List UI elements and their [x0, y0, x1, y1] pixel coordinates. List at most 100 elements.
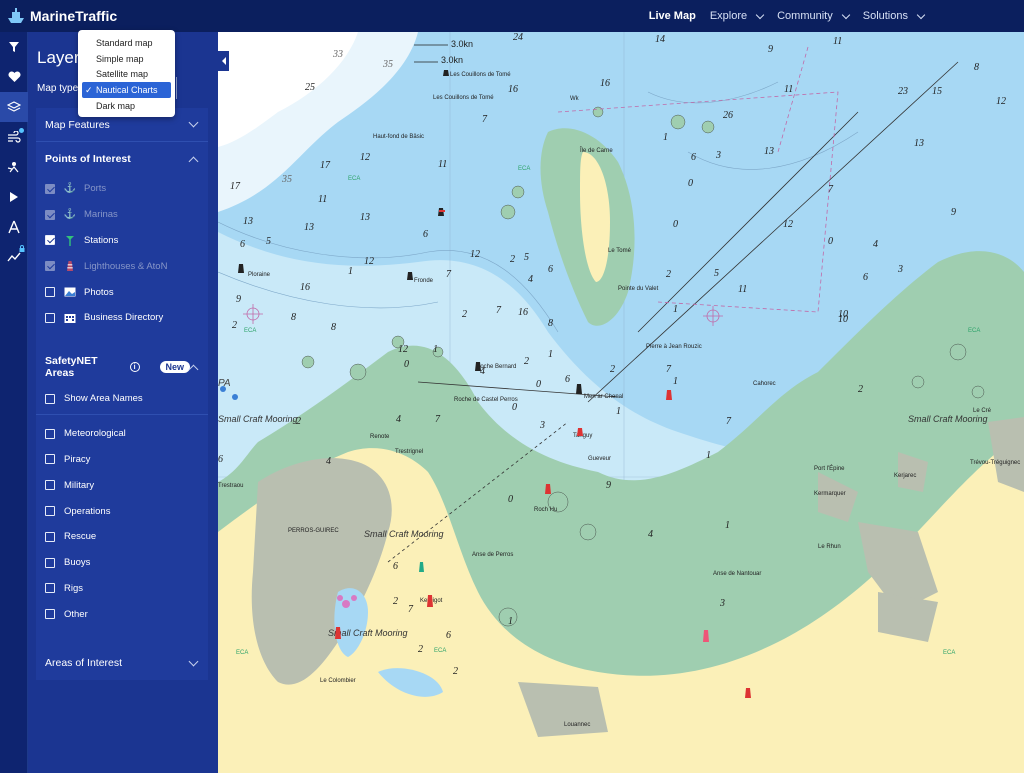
svg-text:5: 5: [524, 252, 529, 263]
lighthouses-label: Lighthouses & AtoN: [84, 260, 168, 272]
svg-text:1: 1: [508, 616, 513, 627]
map-label-le-tome: Le Tomé: [608, 248, 632, 254]
map-label-wk: Wk: [570, 96, 580, 102]
svg-text:16: 16: [300, 282, 310, 293]
map-type-option-simple[interactable]: Simple map: [78, 51, 175, 67]
chevron-down-icon: [755, 10, 765, 19]
map-label-roche-bernard: Roche Bernard: [476, 364, 516, 370]
svg-text:6: 6: [446, 630, 451, 641]
nav-explore[interactable]: Explore: [709, 10, 765, 22]
svg-text:3: 3: [715, 150, 721, 161]
show-area-names-checkbox[interactable]: [45, 393, 55, 404]
nav-solutions[interactable]: Solutions: [863, 10, 926, 22]
buoys-checkbox[interactable]: [45, 557, 55, 568]
map-label-scm-4: Small Craft Mooring: [908, 414, 988, 424]
operations-checkbox[interactable]: [45, 506, 55, 517]
safetynet-item-rigs[interactable]: Rigs: [36, 576, 208, 602]
map-type-select-edge[interactable]: [176, 77, 177, 99]
show-area-names-row[interactable]: Show Area Names: [36, 386, 208, 412]
info-icon[interactable]: i: [129, 362, 140, 372]
favorites-button[interactable]: [0, 62, 28, 92]
safetynet-item-rescue[interactable]: Rescue: [36, 524, 208, 550]
map-type-option-dark[interactable]: Dark map: [78, 98, 175, 114]
svg-text:13: 13: [304, 222, 314, 233]
chevron-down-icon: [916, 10, 926, 19]
svg-text:2: 2: [524, 356, 529, 367]
svg-text:17: 17: [320, 160, 331, 171]
safetynet-item-meteorological[interactable]: Meteorological: [36, 421, 208, 447]
safetynet-header[interactable]: SafetyNET Areas i New: [36, 350, 208, 384]
ports-checkbox[interactable]: [45, 183, 55, 194]
map-label-trestrignel: Trestrignel: [395, 449, 423, 455]
route-button[interactable]: [0, 212, 28, 242]
poi-marinas-row[interactable]: ⚓ Marinas: [36, 202, 208, 228]
svg-text:2: 2: [462, 309, 467, 320]
map-label-pierre-rouzic: Pierre à Jean Rouzic: [646, 344, 702, 350]
safetynet-item-operations[interactable]: Operations: [36, 498, 208, 524]
svg-text:9: 9: [606, 480, 611, 491]
safetynet-title-wrap: SafetyNET Areas i New: [45, 355, 191, 379]
military-checkbox[interactable]: [45, 480, 55, 491]
layers-button[interactable]: [0, 92, 28, 122]
filter-button[interactable]: [0, 32, 28, 62]
weather-button[interactable]: [0, 122, 28, 152]
map-label-trevou: Trévou-Tréguignec: [970, 460, 1020, 466]
map-type-option-satellite[interactable]: Satellite map: [78, 67, 175, 83]
poi-lighthouses-row[interactable]: Lighthouses & AtoN: [36, 253, 208, 279]
map-label-castel-perros: Roche de Castel Perros: [454, 397, 518, 403]
svg-text:6: 6: [423, 229, 428, 240]
map-label-scm-1: Small Craft Mooring: [218, 414, 298, 424]
svg-text:5: 5: [266, 236, 271, 247]
svg-text:16: 16: [600, 78, 610, 89]
other-checkbox[interactable]: [45, 609, 55, 620]
piracy-checkbox[interactable]: [45, 454, 55, 465]
ports-label: Ports: [84, 183, 107, 195]
svg-text:1: 1: [433, 344, 438, 355]
play-button[interactable]: [0, 182, 28, 212]
safetynet-item-other[interactable]: Other: [36, 601, 208, 627]
svg-text:12: 12: [360, 152, 370, 163]
lighthouses-checkbox[interactable]: [45, 261, 55, 272]
rigs-checkbox[interactable]: [45, 583, 55, 594]
svg-text:6: 6: [863, 272, 868, 283]
nav-live-map[interactable]: Live Map: [649, 10, 696, 22]
svg-text:6: 6: [393, 561, 398, 572]
poi-header[interactable]: Points of Interest: [36, 142, 208, 176]
svg-text:1: 1: [673, 304, 678, 315]
safetynet-item-military[interactable]: Military: [36, 472, 208, 498]
nautical-chart-map[interactable]: 24 14 11 9 8 23 15 12 33 35 25 16 11 7 16 26 13 13 1…: [218, 32, 1024, 773]
top-nav-links: Live Map Explore Community Solutions: [649, 0, 926, 32]
poi-photos-row[interactable]: Photos: [36, 279, 208, 305]
marinas-checkbox[interactable]: [45, 209, 55, 220]
svg-text:1: 1: [616, 406, 621, 417]
map-label-roch-hu: Roch Hu: [534, 507, 557, 513]
photos-checkbox[interactable]: [45, 287, 55, 298]
density-button[interactable]: [0, 152, 28, 182]
map-label-le-colombier: Le Colombier: [320, 678, 356, 684]
business-checkbox[interactable]: [45, 312, 55, 323]
current-speed-2: 3.0kn: [441, 55, 463, 65]
marinetraffic-logo[interactable]: MarineTraffic: [6, 6, 117, 26]
analytics-button[interactable]: [0, 242, 28, 272]
poi-business-row[interactable]: Business Directory: [36, 305, 208, 331]
meteorological-checkbox[interactable]: [45, 428, 55, 439]
svg-text:16: 16: [508, 84, 518, 95]
safetynet-item-buoys[interactable]: Buoys: [36, 550, 208, 576]
nav-explore-label: Explore: [709, 10, 748, 22]
nav-community[interactable]: Community: [777, 10, 850, 22]
map-type-option-nautical[interactable]: Nautical Charts: [82, 82, 171, 99]
areas-of-interest-header[interactable]: Areas of Interest: [36, 646, 208, 680]
rescue-checkbox[interactable]: [45, 531, 55, 542]
svg-text:26: 26: [723, 110, 733, 121]
poi-stations-row[interactable]: Stations: [36, 228, 208, 254]
nav-community-label: Community: [777, 10, 833, 22]
svg-text:35: 35: [281, 174, 292, 185]
svg-text:2: 2: [610, 364, 615, 375]
map-type-option-standard[interactable]: Standard map: [78, 35, 175, 51]
safetynet-item-piracy[interactable]: Piracy: [36, 447, 208, 473]
collapse-panel-button[interactable]: [218, 51, 229, 71]
stations-checkbox[interactable]: [45, 235, 55, 246]
measure-icon: [7, 162, 19, 173]
poi-ports-row[interactable]: ⚓ Ports: [36, 176, 208, 202]
chevron-down-icon: [841, 10, 850, 19]
